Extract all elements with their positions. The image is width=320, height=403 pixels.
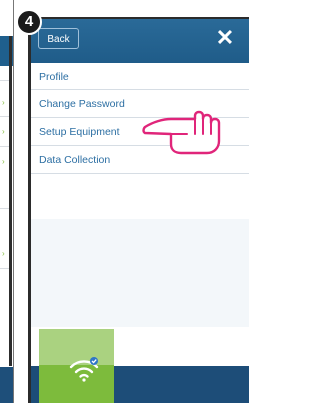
wifi-icon (69, 357, 99, 382)
faded-welcome-text (53, 259, 223, 279)
faded-welcome-title (53, 233, 223, 247)
previous-screen-divider (0, 268, 9, 269)
chevron-right-icon: › (2, 157, 5, 166)
chevron-right-icon: › (2, 127, 5, 136)
previous-screen-edge: › › › › (0, 0, 13, 403)
previous-screen-divider (0, 80, 9, 81)
hand-pointer-icon (142, 110, 221, 155)
previous-screen-divider (0, 146, 9, 147)
back-button[interactable]: Back (38, 28, 79, 49)
previous-screen-bottom-bar (0, 367, 13, 403)
chevron-right-icon: › (2, 249, 5, 258)
previous-screen-divider (0, 116, 9, 117)
menu-item-profile[interactable]: Profile (31, 63, 249, 90)
chevron-right-icon: › (2, 98, 5, 107)
phone-screen: Back ✕ Profile Change Password Setup Equ… (28, 17, 249, 403)
panel-divider (13, 0, 14, 403)
close-icon[interactable]: ✕ (215, 24, 235, 52)
step-number-badge: 4 (16, 9, 42, 35)
previous-screen-divider (0, 208, 9, 209)
menu-header: Back ✕ (31, 19, 249, 63)
phone-frame-edge (9, 36, 12, 366)
